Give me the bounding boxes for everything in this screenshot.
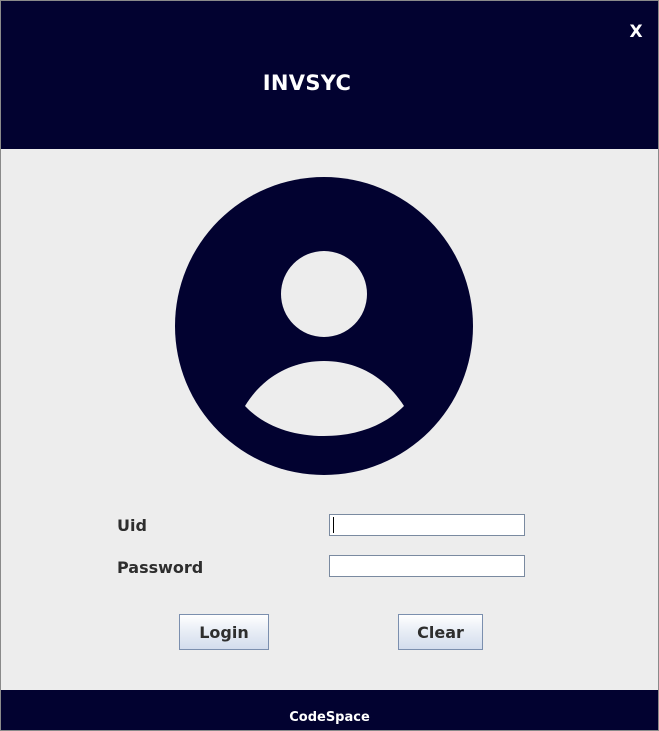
uid-label: Uid	[117, 516, 147, 535]
login-button[interactable]: Login	[179, 614, 269, 650]
uid-input[interactable]	[329, 514, 525, 536]
app-title: INVSYC	[262, 71, 352, 95]
password-label: Password	[117, 558, 204, 577]
clear-button[interactable]: Clear	[398, 614, 483, 650]
footer-credit: CodeSpace	[289, 710, 370, 725]
login-window: INVSYC X Uid Password Login Clear CodeSp…	[0, 0, 659, 731]
password-input[interactable]	[329, 555, 525, 577]
header-bar: INVSYC X	[1, 1, 658, 149]
text-cursor	[333, 517, 334, 533]
close-button[interactable]: X	[623, 19, 649, 45]
footer-bar: CodeSpace	[1, 690, 658, 730]
user-avatar-icon	[175, 177, 473, 475]
